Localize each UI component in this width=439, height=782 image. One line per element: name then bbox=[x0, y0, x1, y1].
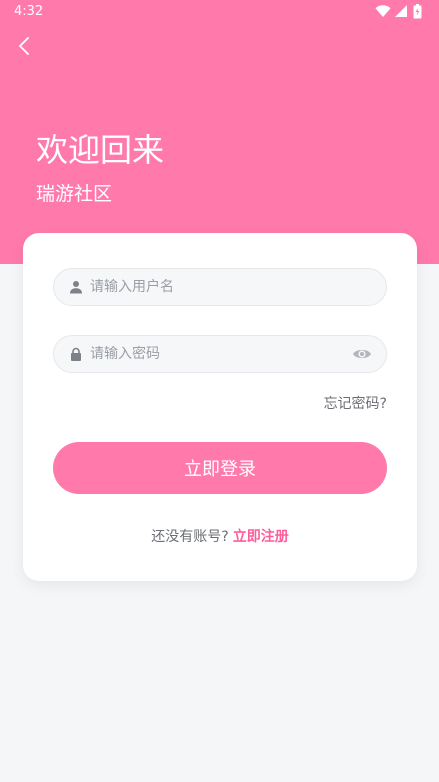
status-time: 4:32 bbox=[14, 4, 44, 19]
register-link[interactable]: 立即注册 bbox=[233, 529, 289, 545]
forgot-password-link[interactable]: 忘记密码? bbox=[324, 393, 387, 413]
status-bar: 4:32 bbox=[0, 0, 439, 24]
page-title: 欢迎回来 bbox=[36, 131, 165, 169]
chevron-left-icon bbox=[19, 37, 29, 55]
back-button[interactable] bbox=[8, 30, 40, 62]
status-icons bbox=[375, 4, 427, 20]
lock-icon bbox=[71, 347, 81, 361]
login-button[interactable]: 立即登录 bbox=[53, 442, 387, 494]
password-field[interactable] bbox=[53, 335, 387, 373]
username-field[interactable] bbox=[53, 268, 387, 306]
page-subtitle: 瑞游社区 bbox=[36, 183, 113, 205]
eye-icon[interactable] bbox=[352, 346, 372, 362]
user-icon bbox=[70, 281, 82, 294]
login-card: 忘记密码? 立即登录 还没有账号?立即注册 bbox=[23, 233, 417, 581]
username-input[interactable] bbox=[90, 269, 340, 305]
register-row: 还没有账号? 立即注册 bbox=[23, 526, 417, 546]
battery-icon bbox=[413, 4, 422, 23]
register-prompt: 还没有账号? bbox=[151, 529, 229, 545]
signal-icon bbox=[395, 4, 408, 22]
wifi-icon bbox=[375, 4, 391, 22]
password-input[interactable] bbox=[90, 336, 340, 372]
